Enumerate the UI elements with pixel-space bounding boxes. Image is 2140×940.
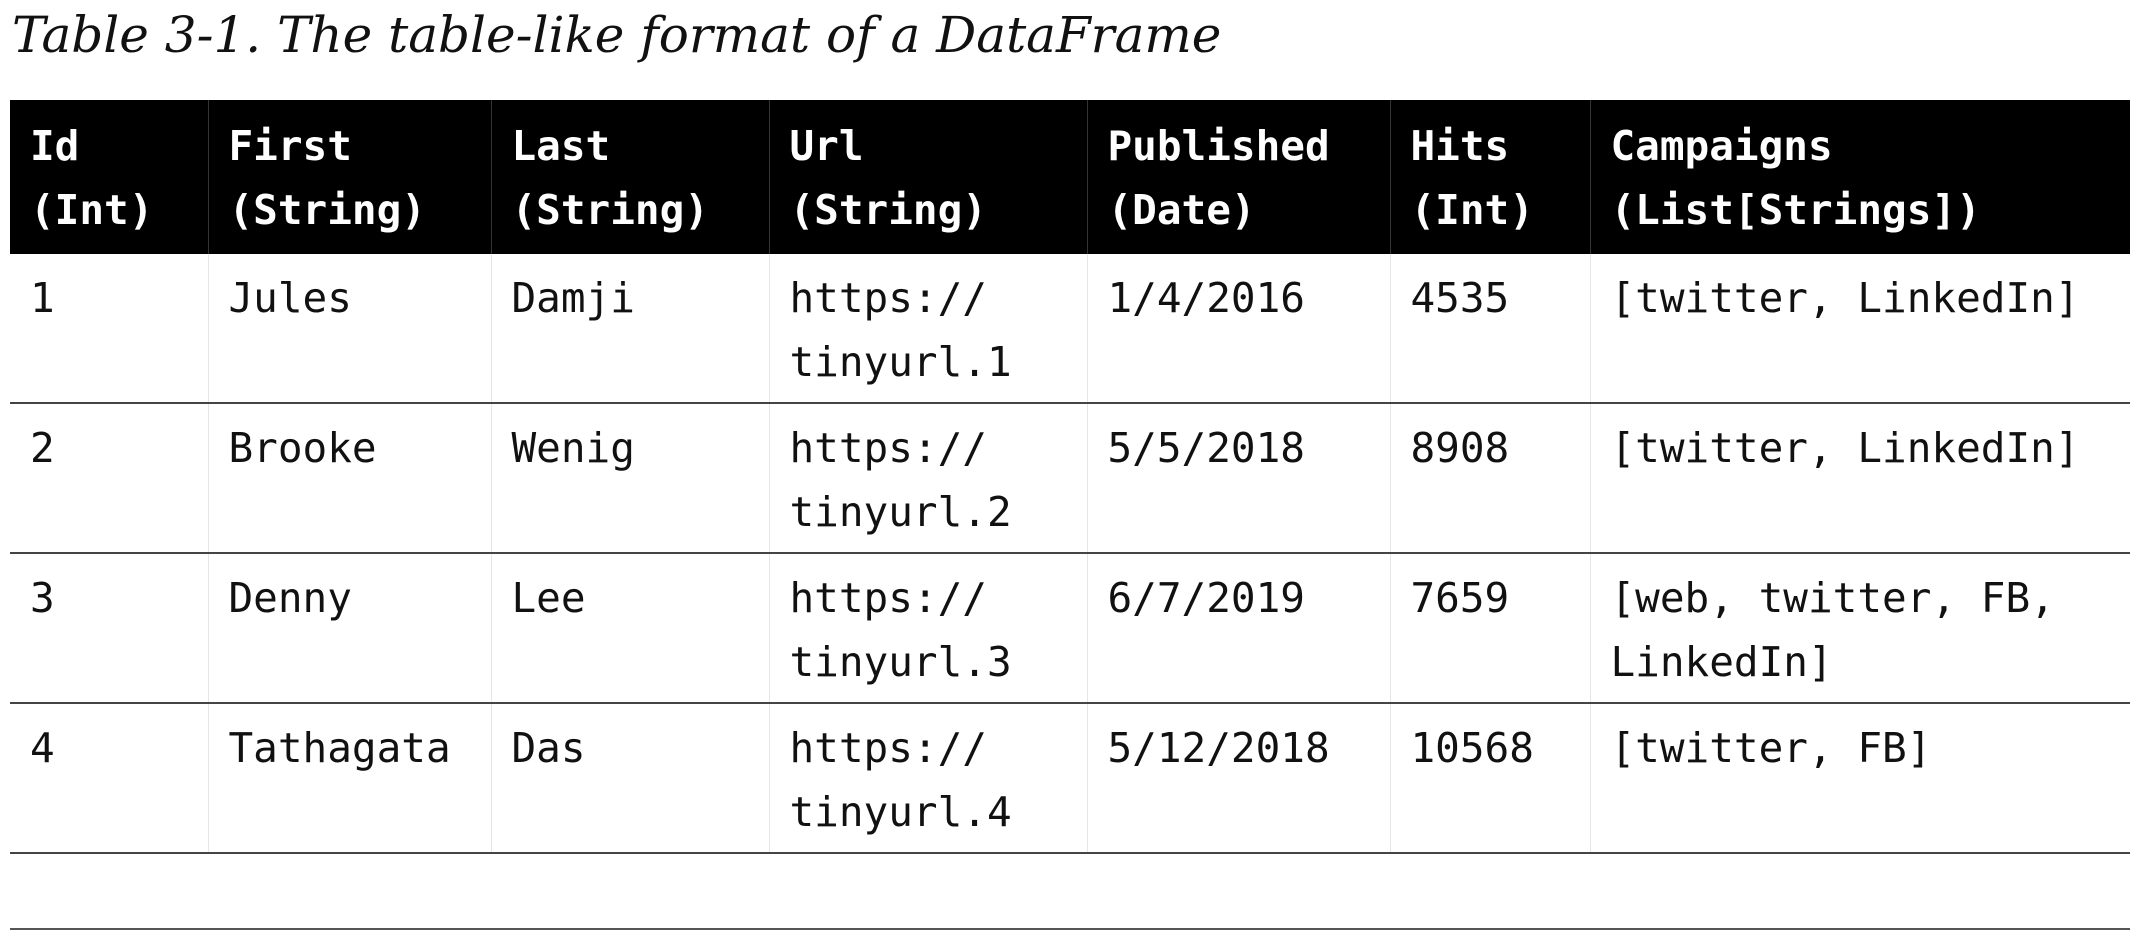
campaigns-line: [twitter, FB] [1610,724,1932,772]
url-line: tinyurl.3 [789,638,1012,686]
cell-published: 5/12/2018 [1086,703,1390,854]
header-published: Published (Date) [1086,100,1390,254]
cell-published: 6/7/2019 [1086,553,1390,704]
url-line: tinyurl.4 [789,788,1012,836]
url-line: tinyurl.1 [789,338,1012,386]
header-url: Url (String) [768,100,1087,254]
cell-hits: 7659 [1389,553,1590,704]
cell-first: Tathagata [207,703,491,854]
cell-last: Das [490,703,769,854]
header-type: (Date) [1107,186,1256,234]
url-line: https:// [789,274,987,322]
header-campaigns: Campaigns (List[Strings]) [1589,100,2130,254]
campaigns-line: [twitter, LinkedIn] [1610,274,2080,322]
header-type: (Int) [30,186,154,234]
cell-url: https:// tinyurl.3 [768,553,1087,704]
bottom-rule-divider [10,928,2130,930]
header-name: Url [789,122,864,170]
url-line: https:// [789,724,987,772]
table-body: 1 Jules Damji https:// tinyurl.1 1/4/2016… [10,254,2130,854]
table-row: 3 Denny Lee https:// tinyurl.3 6/7/2019 7… [10,553,2130,704]
cell-published: 5/5/2018 [1086,403,1390,554]
cell-url: https:// tinyurl.1 [768,254,1087,404]
header-row: Id (Int) First (String) Last (String) Url (S… [10,100,2130,254]
header-last: Last (String) [490,100,769,254]
header-id: Id (Int) [10,100,208,254]
header-name: Campaigns [1610,122,1833,170]
header-type: (List[Strings]) [1610,186,1981,234]
table-caption: Table 3-1. The table-like format of a Da… [12,6,1222,64]
cell-id: 4 [10,703,208,854]
campaigns-line: [web, twitter, FB, [1610,574,2055,622]
header-name: Published [1107,122,1330,170]
header-type: (String) [511,186,709,234]
cell-id: 2 [10,403,208,554]
cell-campaigns: [web, twitter, FB, LinkedIn] [1589,553,2130,704]
header-hits: Hits (Int) [1389,100,1590,254]
url-line: tinyurl.2 [789,488,1012,536]
cell-hits: 4535 [1389,254,1590,404]
campaigns-line: [twitter, LinkedIn] [1610,424,2080,472]
table-row: 1 Jules Damji https:// tinyurl.1 1/4/2016… [10,254,2130,404]
cell-last: Damji [490,254,769,404]
cell-campaigns: [twitter, LinkedIn] [1589,403,2130,554]
cell-hits: 10568 [1389,703,1590,854]
header-first: First (String) [207,100,491,254]
cell-url: https:// tinyurl.4 [768,703,1087,854]
cell-id: 1 [10,254,208,404]
cell-hits: 8908 [1389,403,1590,554]
header-name: Last [511,122,611,170]
header-name: First [228,122,352,170]
cell-id: 3 [10,553,208,704]
cell-last: Lee [490,553,769,704]
table-row: 2 Brooke Wenig https:// tinyurl.2 5/5/201… [10,403,2130,554]
cell-url: https:// tinyurl.2 [768,403,1087,554]
table-row: 4 Tathagata Das https:// tinyurl.4 5/12/2… [10,703,2130,854]
cell-published: 1/4/2016 [1086,254,1390,404]
cell-first: Denny [207,553,491,704]
campaigns-line: LinkedIn] [1610,638,1833,686]
header-type: (String) [789,186,987,234]
cell-campaigns: [twitter, LinkedIn] [1589,254,2130,404]
header-type: (String) [228,186,426,234]
cell-campaigns: [twitter, FB] [1589,703,2130,854]
header-name: Id [30,122,80,170]
url-line: https:// [789,424,987,472]
header-name: Hits [1410,122,1510,170]
cell-first: Brooke [207,403,491,554]
cell-last: Wenig [490,403,769,554]
dataframe-table: Id (Int) First (String) Last (String) Url (S… [10,100,2130,854]
table-header: Id (Int) First (String) Last (String) Url (S… [10,100,2130,254]
header-type: (Int) [1410,186,1534,234]
cell-first: Jules [207,254,491,404]
url-line: https:// [789,574,987,622]
